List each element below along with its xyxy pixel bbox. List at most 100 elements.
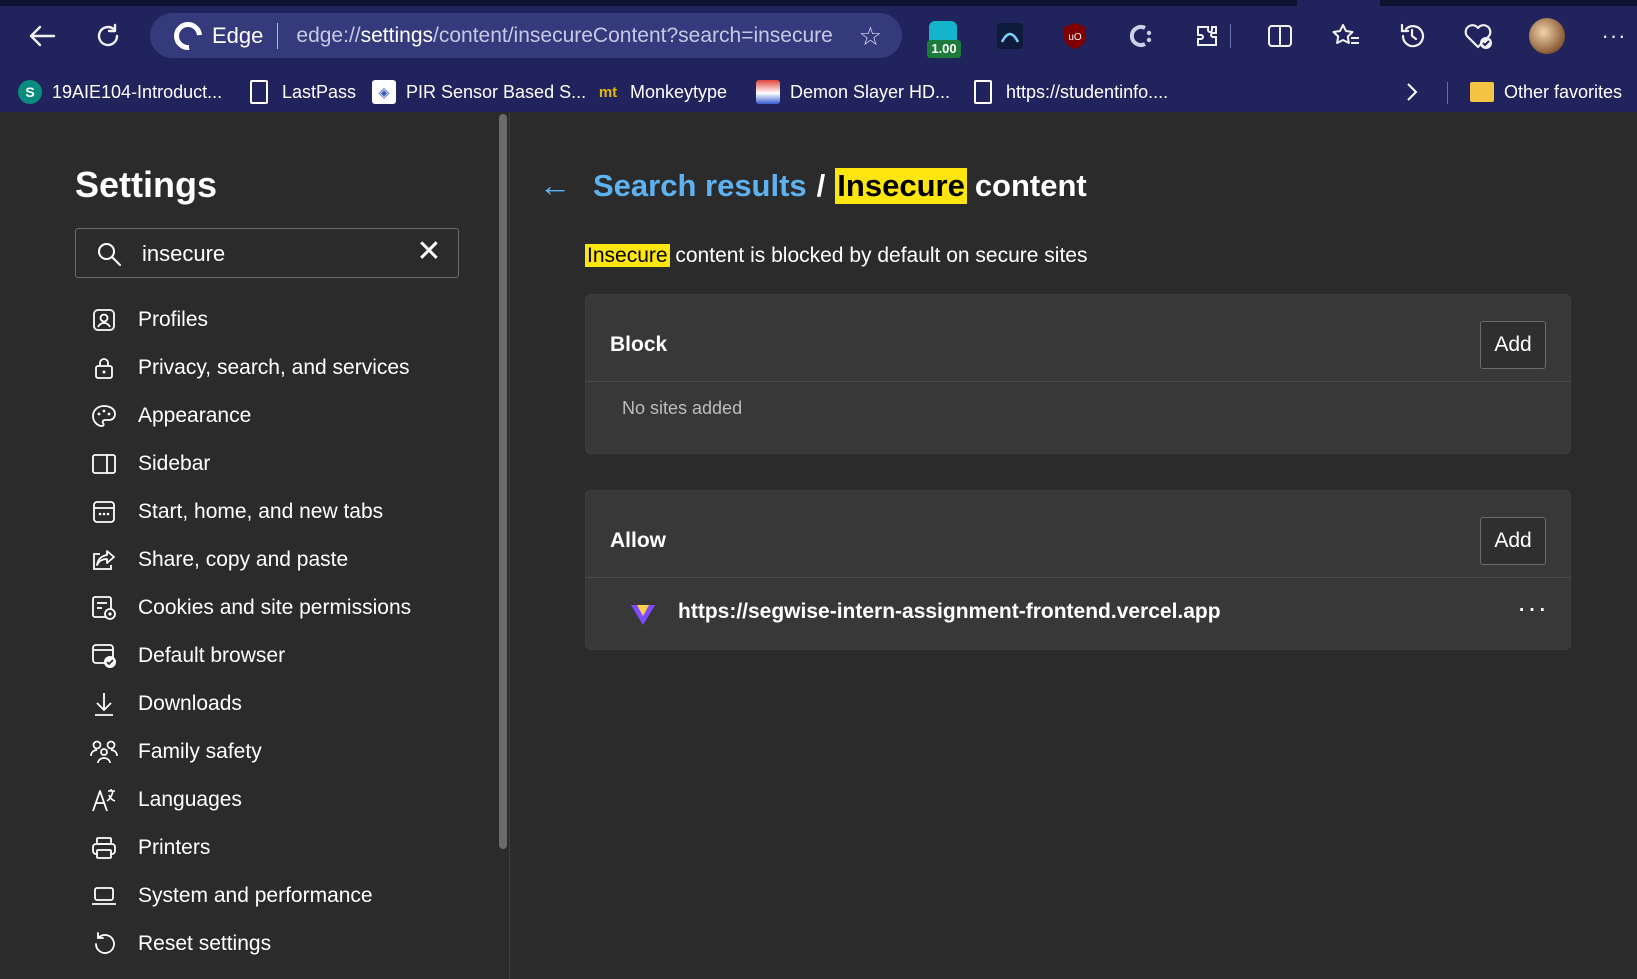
sidebar-item-label: Sidebar: [138, 452, 211, 475]
sidebar-item-share-copy-paste[interactable]: Share, copy and paste: [90, 536, 490, 584]
favorite-label: Demon Slayer HD...: [790, 81, 951, 102]
extension-dark-icon[interactable]: [990, 14, 1030, 58]
settings-search-box[interactable]: ✕: [75, 228, 459, 278]
sidebar-item-label: Family safety: [138, 740, 262, 763]
address-bar[interactable]: Edge edge://settings/content/insecureCon…: [150, 13, 902, 58]
settings-content: ← Search results / Insecure content Inse…: [511, 112, 1637, 979]
settings-sidebar: Settings ✕ Profiles Privacy, search, and…: [0, 112, 510, 979]
ublock-icon[interactable]: uO: [1055, 14, 1095, 58]
profile-icon: [90, 306, 118, 334]
other-favorites[interactable]: Other favorites: [1470, 72, 1622, 112]
browser-brand: Edge: [212, 22, 264, 48]
sidebar-item-printers[interactable]: Printers: [90, 824, 490, 872]
favorite-item[interactable]: ◈ PIR Sensor Based S...: [372, 72, 586, 112]
printer-icon: [90, 834, 118, 862]
sidebar-panel-icon: [90, 450, 118, 478]
settings-search-input[interactable]: [142, 237, 412, 271]
url-host: settings: [360, 23, 433, 47]
split-screen-icon[interactable]: [1260, 14, 1300, 58]
settings-nav: Profiles Privacy, search, and services A…: [90, 296, 490, 968]
scrollbar-thumb[interactable]: [499, 114, 507, 849]
history-icon[interactable]: [1392, 14, 1432, 58]
reset-icon: [90, 930, 118, 958]
favorites-overflow-chevron-icon[interactable]: [1405, 72, 1419, 112]
back-arrow-icon[interactable]: ←: [539, 167, 571, 204]
sidebar-item-languages[interactable]: Languages: [90, 776, 490, 824]
allow-add-button[interactable]: Add: [1480, 517, 1546, 565]
cookies-permissions-icon: [90, 594, 118, 622]
favorite-item[interactable]: https://studentinfo....: [971, 72, 1168, 112]
browser-essentials-icon[interactable]: [1458, 14, 1498, 58]
sidebar-item-label: Privacy, search, and services: [138, 356, 410, 379]
languages-icon: [90, 786, 118, 814]
sharepoint-icon: S: [18, 80, 42, 104]
palette-icon: [90, 402, 118, 430]
browser-toolbar: Edge edge://settings/content/insecureCon…: [0, 0, 1637, 72]
sidebar-item-reset[interactable]: Reset settings: [90, 920, 490, 968]
page-description: Insecure content is blocked by default o…: [585, 244, 1087, 268]
block-add-button[interactable]: Add: [1480, 321, 1546, 369]
more-actions-icon[interactable]: ···: [1517, 592, 1548, 624]
favorite-item[interactable]: mt Monkeytype: [596, 72, 727, 112]
sidebar-item-label: Printers: [138, 836, 211, 859]
favorite-label: https://studentinfo....: [1006, 81, 1169, 102]
favorites-icon[interactable]: [1326, 14, 1366, 58]
more-menu-icon[interactable]: ···: [1594, 14, 1634, 58]
favorite-label: LastPass: [282, 81, 357, 102]
clear-search-icon[interactable]: ✕: [414, 237, 444, 268]
extension-badge: 1.00: [927, 40, 961, 58]
breadcrumb: ← Search results / Insecure content: [539, 167, 1087, 204]
favorite-star-icon[interactable]: ☆: [859, 21, 882, 52]
description-highlight: Insecure: [585, 244, 670, 267]
favorite-label: PIR Sensor Based S...: [406, 81, 587, 102]
card-divider: [586, 381, 1570, 382]
share-icon: [90, 546, 118, 574]
folder-icon: [1470, 82, 1494, 102]
vercel-site-icon: [631, 605, 655, 625]
favorite-item[interactable]: Demon Slayer HD...: [756, 72, 950, 112]
monkeytype-icon: mt: [598, 83, 618, 101]
back-icon[interactable]: [22, 14, 62, 58]
family-icon: [90, 738, 118, 766]
lock-icon: [90, 354, 118, 382]
site-icon: [756, 80, 780, 104]
favorite-item[interactable]: LastPass: [247, 72, 356, 112]
cookie-editor-icon[interactable]: [1121, 14, 1161, 58]
sidebar-item-cookies[interactable]: Cookies and site permissions: [90, 584, 490, 632]
svg-text:uO: uO: [1068, 32, 1082, 43]
extension-gauge-icon[interactable]: [929, 21, 957, 41]
sidebar-item-label: System and performance: [138, 884, 373, 907]
edge-logo-icon: [168, 15, 208, 56]
allowed-site-url: https://segwise-intern-assignment-fronte…: [678, 600, 1221, 623]
profile-avatar[interactable]: [1527, 14, 1567, 58]
refresh-icon[interactable]: [88, 14, 128, 58]
other-favorites-label: Other favorites: [1504, 81, 1623, 102]
sidebar-item-start-home[interactable]: Start, home, and new tabs: [90, 488, 490, 536]
breadcrumb-search-results[interactable]: Search results: [593, 168, 807, 204]
new-tab-icon: [90, 498, 118, 526]
sidebar-item-family-safety[interactable]: Family safety: [90, 728, 490, 776]
sidebar-scrollbar[interactable]: [497, 112, 509, 852]
breadcrumb-highlight: Insecure: [835, 167, 967, 204]
sidebar-item-label: Start, home, and new tabs: [138, 500, 384, 523]
settings-title: Settings: [75, 164, 218, 205]
default-browser-icon: [90, 642, 118, 670]
tab-strip-edge: [1380, 0, 1637, 6]
extensions-puzzle-icon[interactable]: [1187, 14, 1227, 58]
breadcrumb-separator: /: [816, 167, 826, 203]
document-icon: [974, 80, 992, 104]
sidebar-item-downloads[interactable]: Downloads: [90, 680, 490, 728]
sidebar-item-label: Profiles: [138, 308, 209, 331]
description-text: content is blocked by default on secure …: [669, 244, 1088, 267]
sidebar-item-appearance[interactable]: Appearance: [90, 392, 490, 440]
sidebar-item-sidebar[interactable]: Sidebar: [90, 440, 490, 488]
sidebar-item-default-browser[interactable]: Default browser: [90, 632, 490, 680]
block-title: Block: [610, 333, 668, 356]
sidebar-item-privacy[interactable]: Privacy, search, and services: [90, 344, 490, 392]
sidebar-item-system[interactable]: System and performance: [90, 872, 490, 920]
sidebar-item-profiles[interactable]: Profiles: [90, 296, 490, 344]
favorite-label: 19AIE104-Introduct...: [52, 81, 223, 102]
address-url[interactable]: edge://settings/content/insecureContent?…: [296, 24, 832, 48]
favorite-label: Monkeytype: [630, 81, 728, 102]
favorite-item[interactable]: S 19AIE104-Introduct...: [18, 72, 222, 112]
